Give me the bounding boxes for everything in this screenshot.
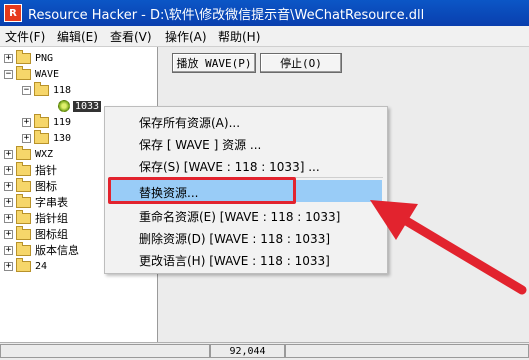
menu-save-item[interactable]: 保存(S) [WAVE : 118 : 1033] ... [139,158,320,175]
expand-icon[interactable]: + [4,181,13,191]
tree-item-version-info[interactable]: + 版本信息 [4,241,79,258]
menu-save-all-resources[interactable]: 保存所有资源(A)... [139,114,240,131]
tree-item-wxz[interactable]: + WXZ [4,145,53,162]
folder-icon [16,145,31,160]
folder-icon [34,129,49,144]
annotation-highlight-box [108,177,296,204]
menu-help[interactable]: 帮助(H) [218,28,260,45]
tree-item-cursor[interactable]: + 指针 [4,161,57,178]
tree-item-130[interactable]: + 130 [22,129,71,146]
tree-item-24[interactable]: + 24 [4,257,47,274]
status-bar: 92,044 [0,342,529,360]
expand-icon[interactable]: + [4,245,13,255]
folder-icon [34,113,49,128]
play-wave-button[interactable]: 播放 WAVE(P) [172,53,256,73]
status-size: 92,044 [210,344,285,358]
expand-icon[interactable]: + [4,213,13,223]
menu-edit[interactable]: 编辑(E) [57,28,98,45]
collapse-icon[interactable]: − [4,69,13,79]
expand-icon[interactable]: + [4,229,13,239]
resource-gear-icon [58,100,70,112]
tree-item-119[interactable]: + 119 [22,113,71,130]
window-title: Resource Hacker - D:\软件\修改微信提示音\WeChatRe… [28,8,425,23]
tree-item-png[interactable]: + PNG [4,49,53,66]
resource-hacker-icon: R [4,4,22,22]
status-cell-empty [0,344,210,358]
folder-icon [16,225,31,240]
folder-icon [16,241,31,256]
tree-item-icon[interactable]: + 图标 [4,177,57,194]
tree-item-icon-group[interactable]: + 图标组 [4,225,68,242]
folder-icon [16,257,31,272]
menu-rename-resource[interactable]: 重命名资源(E) [WAVE : 118 : 1033] [139,208,340,225]
expand-icon[interactable]: + [4,165,13,175]
expand-icon[interactable]: + [22,133,31,143]
tree-item-1033[interactable]: 1033 [58,98,102,114]
folder-icon [16,193,31,208]
menu-bar: 文件(F) 编辑(E) 查看(V) 操作(A) 帮助(H) [0,26,529,47]
expand-icon[interactable]: + [4,197,13,207]
folder-icon [16,49,31,64]
expand-icon[interactable]: + [4,261,13,271]
menu-action[interactable]: 操作(A) [165,28,207,45]
status-cell-empty-2 [285,344,529,358]
expand-icon[interactable]: + [4,53,13,63]
menu-save-wave-resources[interactable]: 保存 [ WAVE ] 资源 ... [139,136,261,153]
menu-change-language[interactable]: 更改语言(H) [WAVE : 118 : 1033] [139,252,330,269]
folder-icon [16,209,31,224]
expand-icon[interactable]: + [22,117,31,127]
folder-icon [16,177,31,192]
tree-item-string-table[interactable]: + 字串表 [4,193,68,210]
folder-open-icon [16,65,31,80]
tree-item-118[interactable]: − 118 [22,81,71,98]
menu-view[interactable]: 查看(V) [110,28,152,45]
tree-item-wave[interactable]: − WAVE [4,65,59,82]
folder-open-icon [34,81,49,96]
folder-icon [16,161,31,176]
menu-delete-resource[interactable]: 删除资源(D) [WAVE : 118 : 1033] [139,230,330,247]
collapse-icon[interactable]: − [22,85,31,95]
menu-file[interactable]: 文件(F) [5,28,45,45]
expand-icon[interactable]: + [4,149,13,159]
title-bar: R Resource Hacker - D:\软件\修改微信提示音\WeChat… [0,0,529,26]
stop-button[interactable]: 停止(O) [260,53,342,73]
tree-item-cursor-group[interactable]: + 指针组 [4,209,68,226]
